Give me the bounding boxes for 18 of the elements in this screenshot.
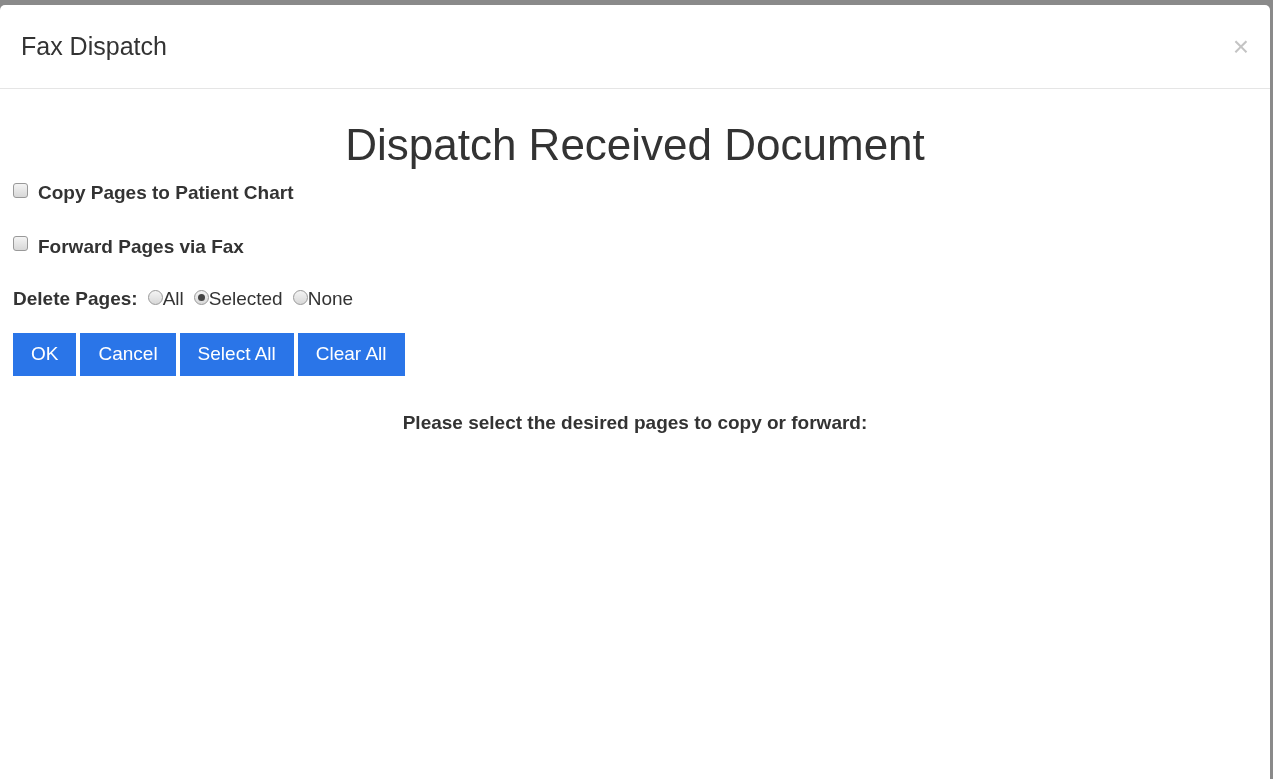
checkbox[interactable] bbox=[13, 236, 28, 252]
radio-button[interactable] bbox=[292, 289, 308, 305]
radio-label: Selected bbox=[208, 287, 283, 311]
dialog-title: Fax Dispatch bbox=[21, 30, 167, 62]
instruction-text: Please select the desired pages to copy or forward: bbox=[401, 410, 869, 435]
page-heading: Dispatch Received Document bbox=[344, 119, 926, 171]
action-button[interactable]: Select All bbox=[179, 332, 294, 376]
delete-pages-label: Delete Pages: bbox=[13, 287, 138, 311]
checkbox-label: Forward Pages via Fax bbox=[38, 234, 244, 259]
action-button[interactable]: Clear All bbox=[297, 332, 405, 376]
checkbox-label: Copy Pages to Patient Chart bbox=[38, 181, 294, 205]
action-button[interactable]: Cancel bbox=[80, 332, 176, 376]
radio-label: All bbox=[162, 287, 184, 311]
radio-button[interactable] bbox=[147, 289, 163, 305]
action-button[interactable]: OK bbox=[13, 332, 77, 376]
checkbox[interactable] bbox=[13, 182, 28, 198]
radio-label: None bbox=[307, 287, 354, 311]
radio-button[interactable] bbox=[193, 289, 209, 305]
